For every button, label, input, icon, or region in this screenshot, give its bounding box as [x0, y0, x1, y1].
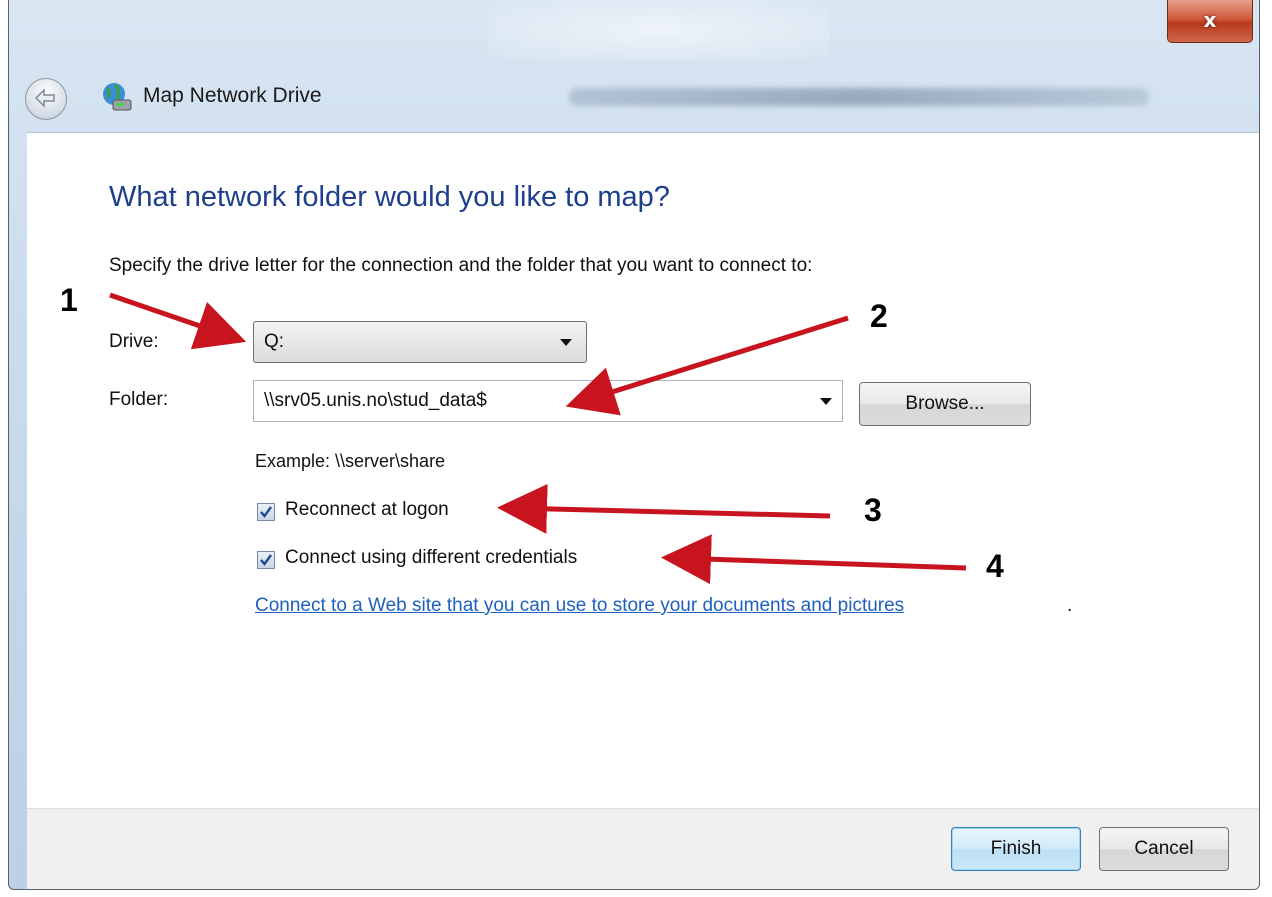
window-title: Map Network Drive — [143, 84, 322, 107]
back-arrow-icon — [34, 88, 55, 108]
annotation-number-4: 4 — [986, 548, 1004, 584]
reconnect-checkbox[interactable] — [257, 503, 275, 521]
instruction-text: Specify the drive letter for the connect… — [109, 255, 813, 276]
checkmark-icon — [260, 554, 272, 566]
folder-input[interactable]: \\srv05.unis.no\stud_data$ — [253, 380, 843, 422]
chevron-down-icon — [560, 339, 572, 346]
folder-label: Folder: — [109, 389, 169, 410]
browse-button[interactable]: Browse... — [859, 382, 1031, 426]
cancel-button[interactable]: Cancel — [1099, 827, 1229, 871]
checkmark-icon — [260, 506, 272, 518]
back-button[interactable] — [25, 78, 67, 120]
link-period: . — [1067, 595, 1073, 616]
drive-select[interactable]: Q: — [253, 321, 587, 363]
chevron-down-icon[interactable] — [820, 398, 832, 405]
finish-button[interactable]: Finish — [951, 827, 1081, 871]
reconnect-label[interactable]: Reconnect at logon — [285, 499, 449, 521]
content-panel: What network folder would you like to ma… — [27, 132, 1259, 809]
annotation-number-3: 3 — [864, 492, 882, 528]
drive-value: Q: — [264, 331, 285, 352]
credentials-label[interactable]: Connect using different credentials — [285, 547, 577, 569]
annotation-number-2: 2 — [870, 298, 888, 334]
dialog-window: x Map Network Drive What network folder … — [8, 0, 1260, 890]
footer-bar: Finish Cancel — [27, 808, 1259, 889]
web-site-link[interactable]: Connect to a Web site that you can use t… — [255, 595, 904, 617]
annotation-number-1: 1 — [60, 282, 78, 318]
close-button[interactable]: x — [1167, 0, 1253, 43]
folder-value: \\srv05.unis.no\stud_data$ — [264, 390, 487, 411]
blurred-address-bar — [569, 88, 1149, 106]
network-drive-icon — [103, 83, 132, 111]
example-text: Example: \\server\share — [255, 451, 446, 471]
credentials-checkbox[interactable] — [257, 551, 275, 569]
close-icon: x — [1203, 8, 1217, 32]
page-heading: What network folder would you like to ma… — [109, 181, 670, 213]
drive-label: Drive: — [109, 331, 159, 352]
